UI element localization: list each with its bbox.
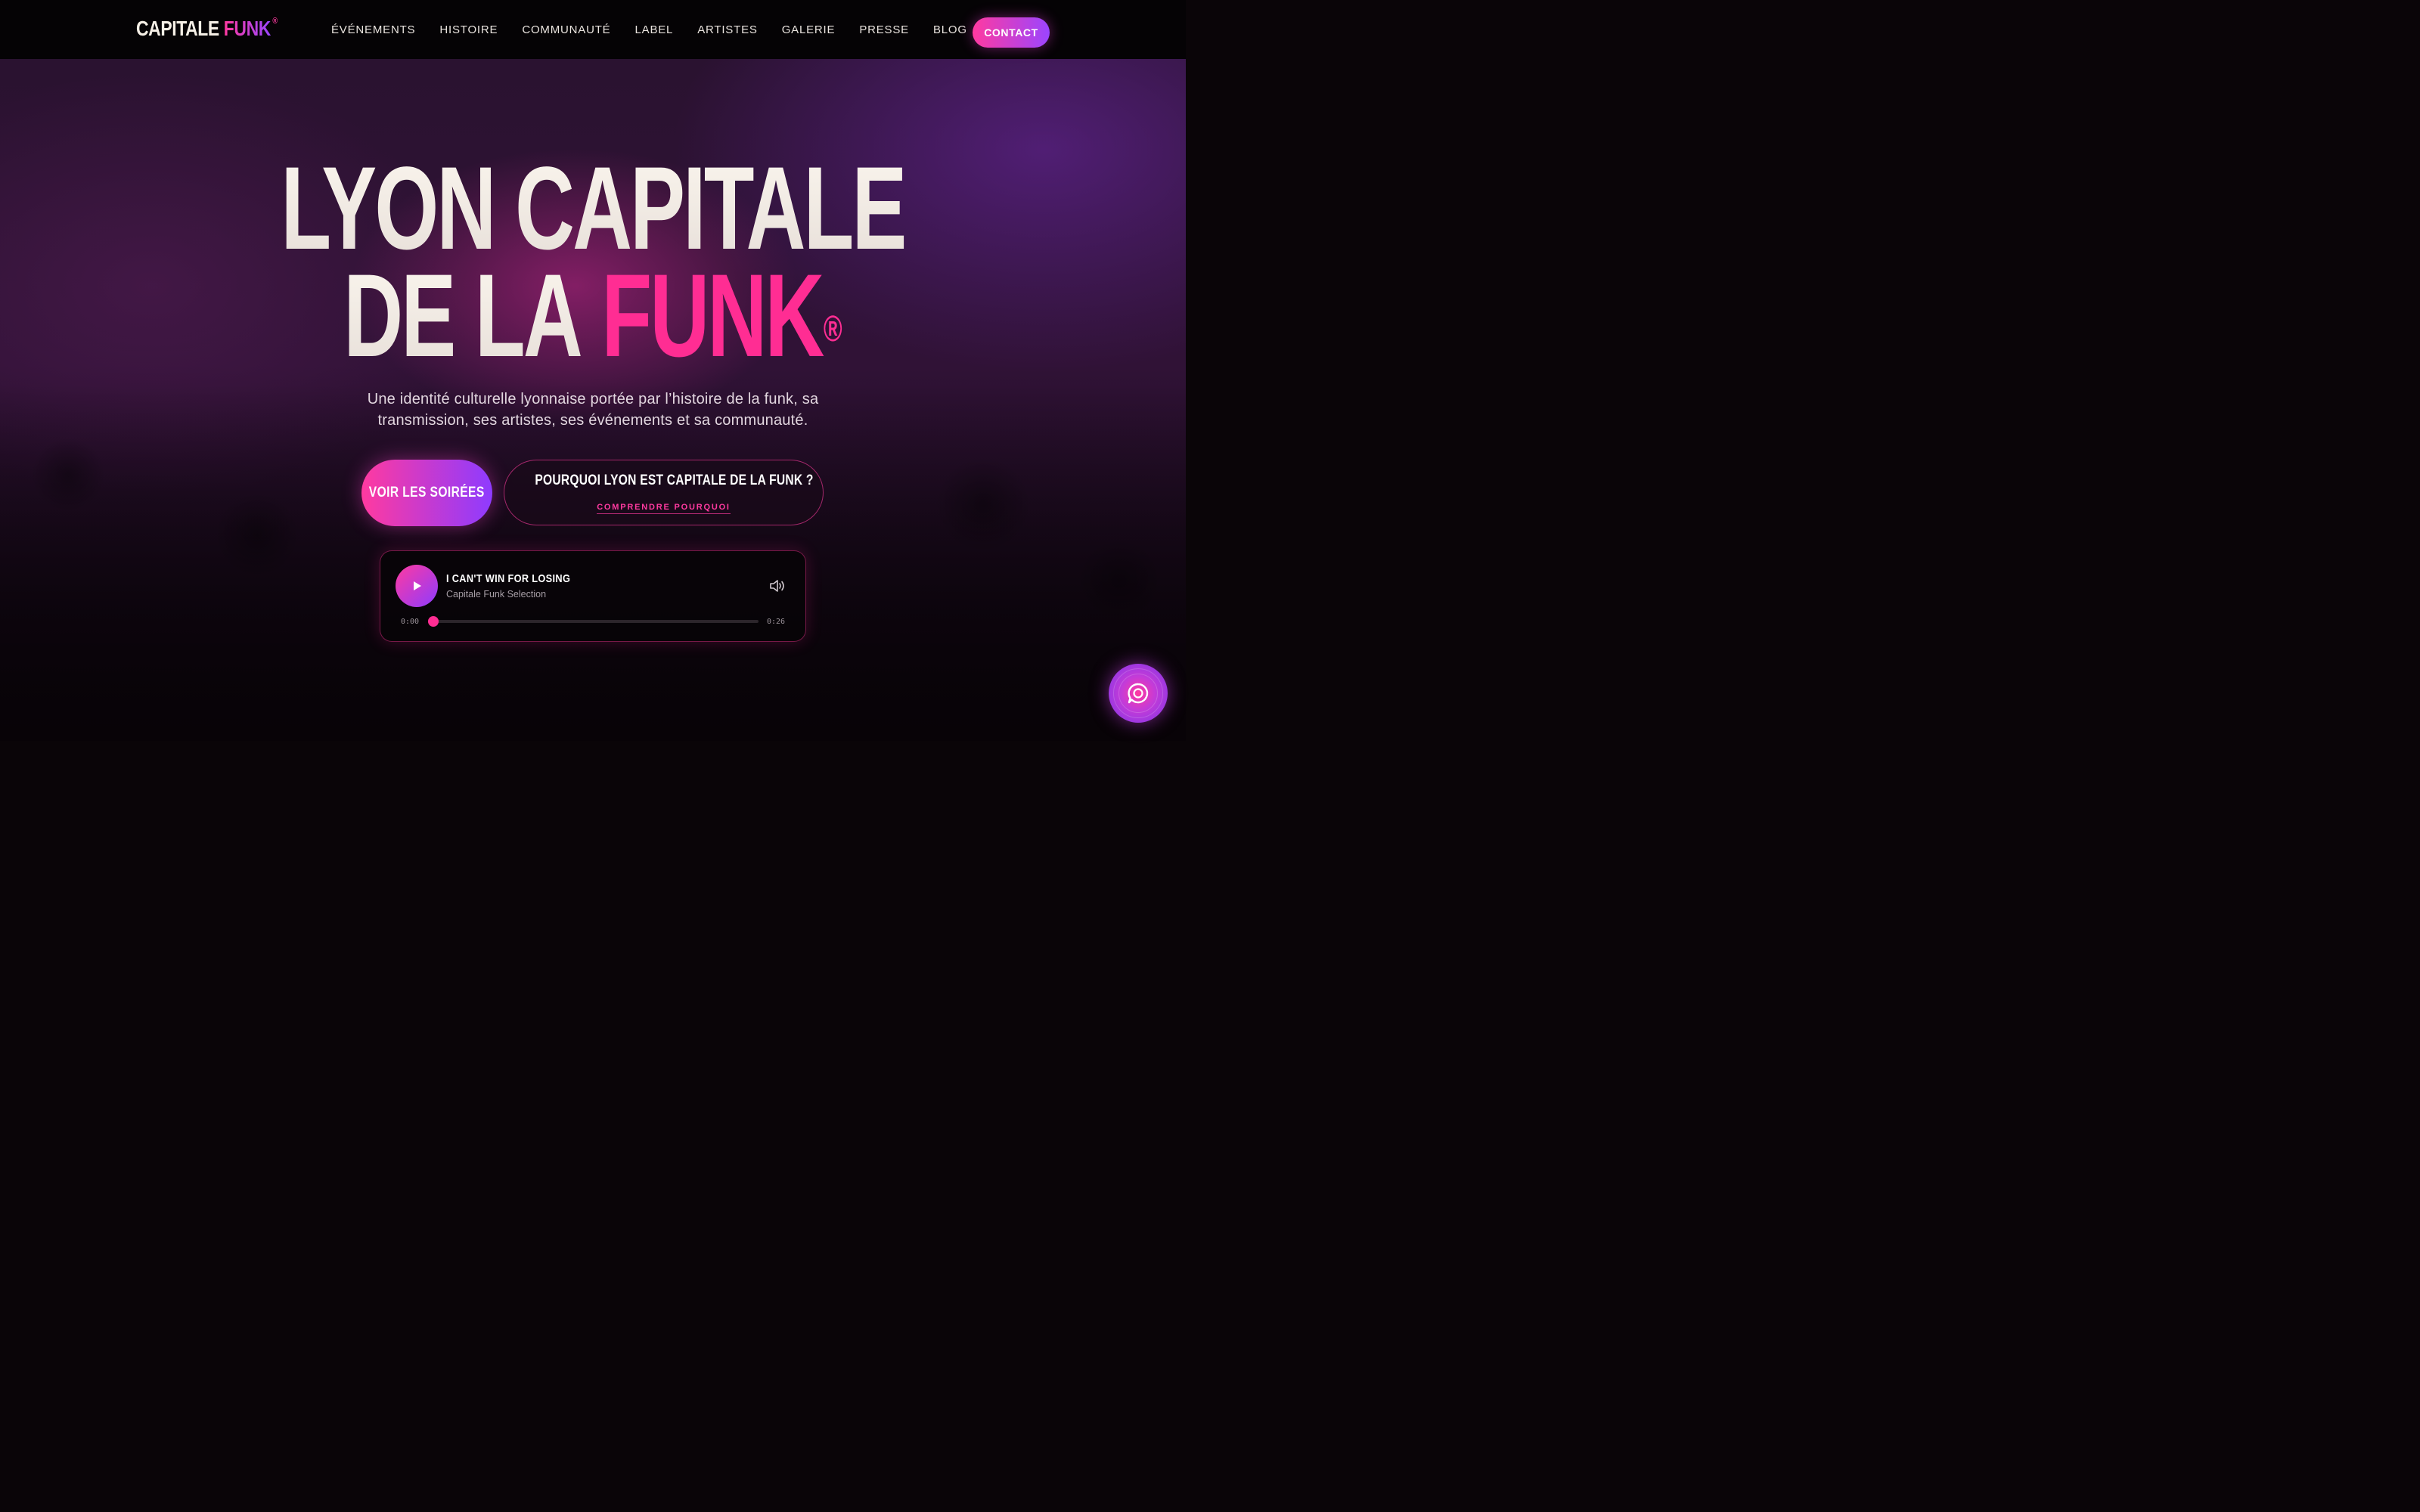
- why-lyon-label: POURQUOI LYON EST CAPITALE DE LA FUNK ?: [504, 472, 823, 489]
- chat-icon: [1128, 683, 1149, 704]
- chat-button[interactable]: [1109, 664, 1168, 723]
- volume-button[interactable]: [769, 578, 786, 593]
- top-navbar: CAPITALE FUNK ® ÉVÉNEMENTS HISTOIRE COMMU…: [0, 0, 1186, 59]
- progress-knob[interactable]: [428, 616, 439, 627]
- logo-word-capitale: CAPITALE: [136, 17, 219, 40]
- see-parties-label: VOIR LES SOIRÉES: [369, 485, 485, 500]
- logo-registered-mark: ®: [272, 17, 278, 26]
- understand-why-link[interactable]: COMPRENDRE POURQUOI: [504, 503, 823, 514]
- nav-link-label[interactable]: LABEL: [635, 23, 674, 36]
- main-nav: ÉVÉNEMENTS HISTOIRE COMMUNAUTÉ LABEL ART…: [331, 0, 991, 59]
- see-parties-button[interactable]: VOIR LES SOIRÉES: [361, 460, 492, 526]
- logo-word-funk: FUNK: [223, 17, 271, 40]
- hero-title-line1: LYON CAPITALE: [178, 150, 1008, 268]
- nav-link-artistes[interactable]: ARTISTES: [697, 23, 757, 36]
- nav-link-galerie[interactable]: GALERIE: [782, 23, 836, 36]
- play-icon: [414, 581, 421, 590]
- nav-link-blog[interactable]: BLOG: [933, 23, 967, 36]
- hero-title-registered-mark: ®: [823, 309, 842, 349]
- progress-bar[interactable]: [428, 616, 759, 627]
- nav-link-evenements[interactable]: ÉVÉNEMENTS: [331, 23, 415, 36]
- hero-title-accent-funk: FUNK: [601, 250, 824, 382]
- audio-player: I CAN'T WIN FOR LOSING Capitale Funk Sel…: [380, 550, 806, 642]
- track-duration: 0:26: [767, 618, 786, 626]
- hero-title: LYON CAPITALE DE LA FUNK®: [0, 150, 1186, 375]
- nav-link-histoire[interactable]: HISTOIRE: [439, 23, 498, 36]
- hero-title-line2-text: DE LA: [343, 250, 582, 382]
- play-button[interactable]: [396, 565, 438, 607]
- nav-link-presse[interactable]: PRESSE: [859, 23, 909, 36]
- volume-icon: [770, 580, 784, 592]
- current-time: 0:00: [401, 618, 420, 626]
- why-lyon-label-text: POURQUOI LYON EST CAPITALE DE LA FUNK ?: [535, 472, 814, 488]
- why-lyon-button[interactable]: POURQUOI LYON EST CAPITALE DE LA FUNK ? …: [504, 460, 824, 525]
- track-title: I CAN'T WIN FOR LOSING: [446, 572, 571, 585]
- hero-title-line2: DE LA FUNK®: [178, 257, 1008, 375]
- understand-why-link-text: COMPRENDRE POURQUOI: [597, 503, 731, 514]
- hero-subtitle: Une identité culturelle lyonnaise portée…: [367, 391, 819, 429]
- site-logo[interactable]: CAPITALE FUNK ®: [136, 17, 278, 41]
- nav-link-communaute[interactable]: COMMUNAUTÉ: [522, 23, 610, 36]
- track-artist: Capitale Funk Selection: [446, 589, 547, 600]
- contact-button[interactable]: CONTACT: [973, 17, 1050, 48]
